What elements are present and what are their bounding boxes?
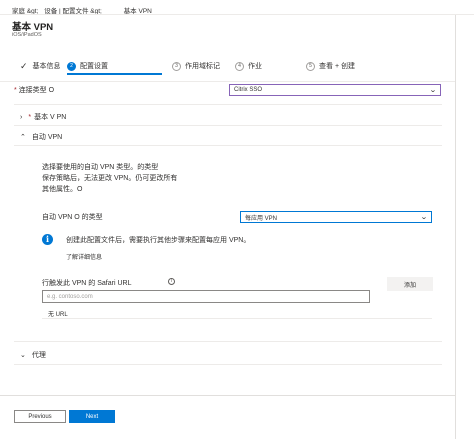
step-number: 2: [67, 61, 76, 71]
step-label: 配置设置: [80, 63, 108, 70]
previous-button[interactable]: Previous: [14, 410, 66, 423]
section-automatic-vpn[interactable]: ⌃ 自动 VPN: [20, 132, 62, 142]
connection-type-dropdown[interactable]: Citrix SSO ⌄: [229, 84, 441, 96]
info-circle-icon[interactable]: i: [168, 278, 175, 285]
footer-divider: [0, 395, 455, 396]
step-number: 4: [235, 61, 244, 71]
per-app-vpn-info-text: 创建此配置文件后，需要执行其他步骤来配置每应用 VPN。: [66, 237, 251, 244]
page-title: 基本 VPN: [12, 22, 54, 33]
divider: [14, 364, 442, 365]
info-icon: i: [42, 234, 53, 245]
step-label: 基本信息: [32, 63, 61, 70]
step-label: 作业: [248, 63, 262, 70]
connection-type-label: * 连接类型 O: [14, 87, 55, 94]
scroll-divider: [455, 15, 456, 439]
step-number: 3: [172, 61, 181, 71]
learn-more-link[interactable]: 了解详细信息: [66, 252, 102, 261]
chevron-right-icon: ›: [20, 113, 23, 121]
step-basics[interactable]: ✓ 基本信息: [20, 61, 61, 71]
no-url-text: 无 URL: [48, 312, 68, 318]
required-asterisk: *: [28, 113, 32, 121]
step-assignments[interactable]: 4 作业: [235, 61, 262, 71]
step-number: 5: [306, 61, 315, 71]
divider: [14, 341, 442, 342]
chevron-up-icon: ⌃: [20, 134, 26, 141]
section-label: 自动 VPN: [31, 134, 63, 141]
step-scope-tags[interactable]: 3 作用域标记: [172, 61, 220, 71]
next-button[interactable]: Next: [69, 410, 115, 423]
top-divider: [0, 14, 474, 15]
chevron-down-icon: ⌄: [429, 87, 437, 94]
auto-vpn-type-dropdown[interactable]: 每应用 VPN ⌄: [240, 211, 432, 223]
chevron-down-icon: ⌄: [420, 214, 428, 221]
divider: [14, 125, 442, 126]
add-button[interactable]: 添加: [387, 277, 433, 291]
dropdown-value: 每应用 VPN: [245, 215, 278, 222]
auto-vpn-description: 选择要使用的自动 VPN 类型。的类型 保存策略后，无法更改 VPN。仍可更改所…: [42, 164, 178, 193]
step-label: 作用域标记: [185, 63, 220, 70]
divider: [14, 104, 442, 105]
divider: [42, 318, 432, 319]
step-review-create[interactable]: 5 查看 + 创建: [306, 61, 355, 71]
safari-url-input[interactable]: e.g. contoso.com: [42, 290, 370, 303]
step-label: 查看 + 创建: [319, 63, 355, 70]
dropdown-value: Citrix SSO: [234, 87, 263, 93]
chevron-down-icon: ⌄: [20, 352, 26, 359]
section-label: 基本 V PN: [34, 114, 67, 121]
section-base-vpn[interactable]: › * 基本 V PN: [20, 112, 66, 122]
auto-vpn-type-label: 自动 VPN O 的类型: [42, 214, 103, 221]
section-proxy[interactable]: ⌄ 代理: [20, 350, 46, 360]
divider: [14, 145, 442, 146]
steps-divider: [0, 81, 455, 82]
section-label: 代理: [31, 352, 46, 359]
step-configuration-settings[interactable]: 2 配置设置: [67, 61, 108, 71]
safari-url-label: 行触发此 VPN 的 Safari URL: [42, 280, 132, 287]
required-asterisk: *: [14, 87, 17, 94]
active-step-indicator: [67, 73, 162, 75]
checkmark-icon: ✓: [20, 60, 28, 71]
page-subtitle: iOS/iPadOS: [12, 32, 42, 38]
